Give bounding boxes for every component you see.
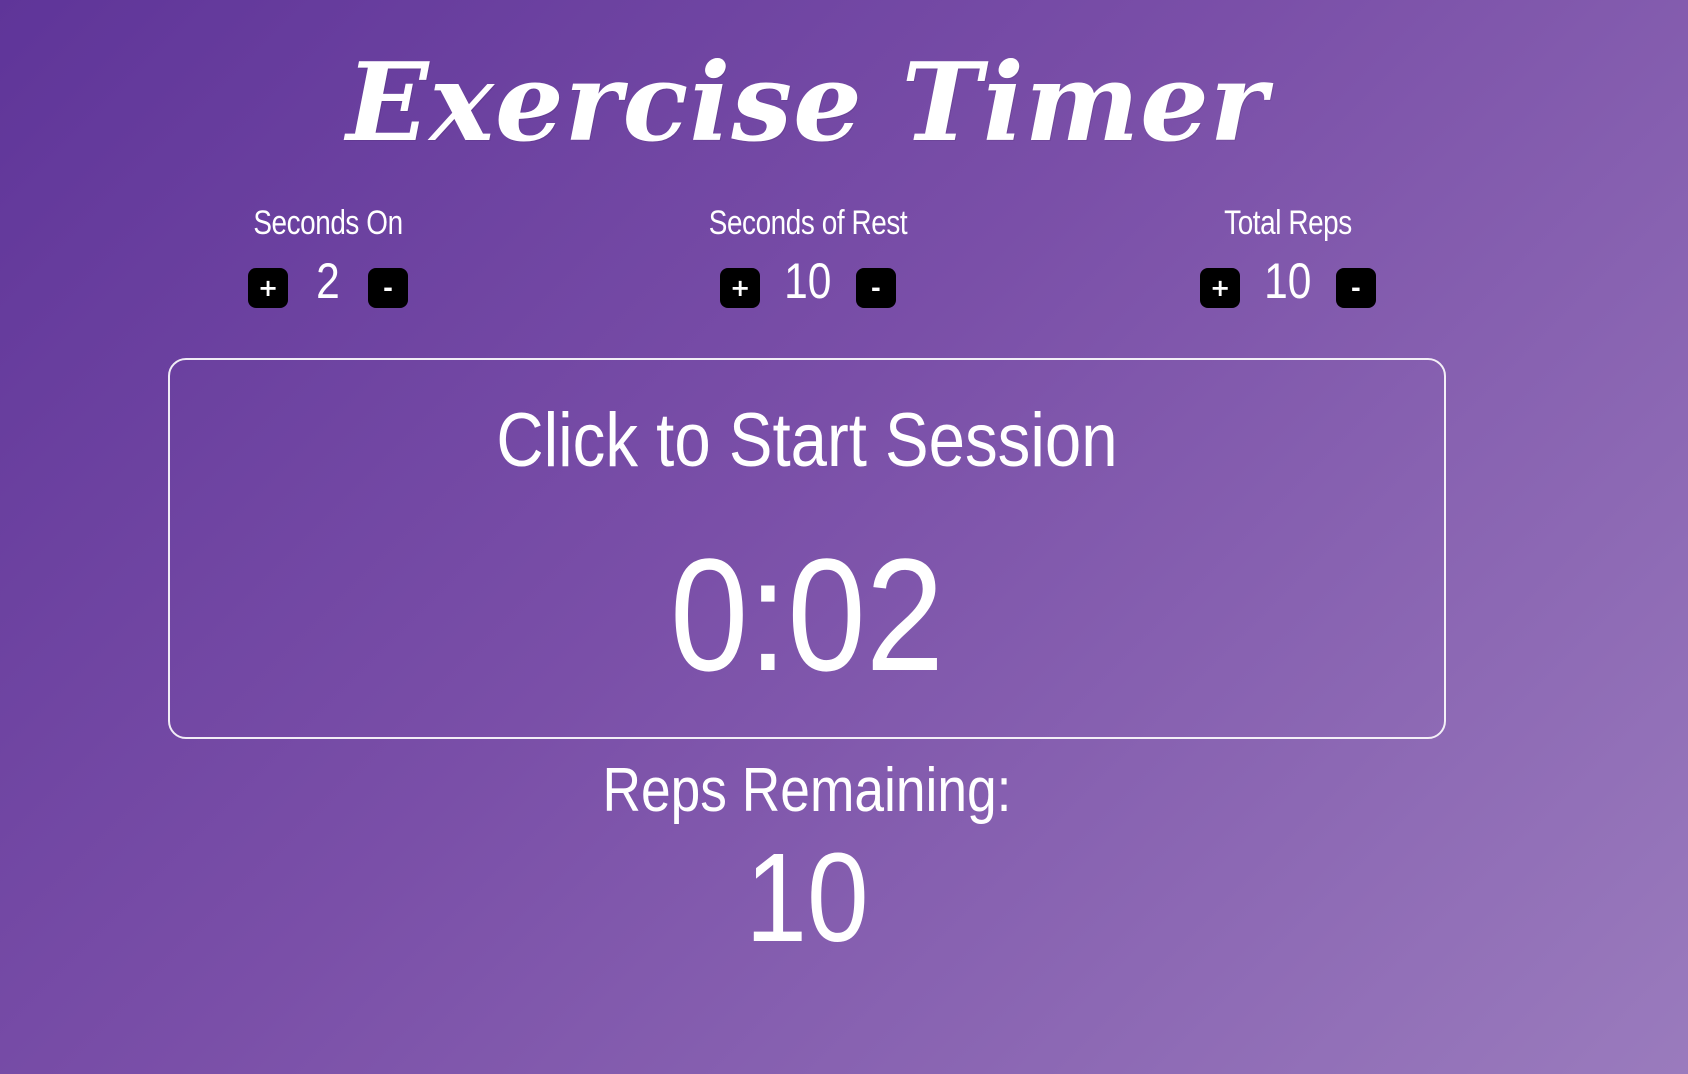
reps-remaining-label: Reps Remaining:: [602, 756, 1012, 825]
total-reps-control: Total Reps + 10 -: [1138, 198, 1438, 310]
total-reps-decrease-button[interactable]: -: [1335, 268, 1376, 308]
settings-controls: Seconds On + 2 - Seconds of Rest + 10 - …: [0, 198, 1688, 318]
total-reps-increase-button[interactable]: +: [1200, 268, 1241, 308]
total-reps-value: 10: [1264, 253, 1312, 309]
seconds-on-decrease-button[interactable]: -: [368, 268, 408, 308]
reps-remaining-value: 10: [745, 827, 869, 968]
total-reps-stepper: + 10 -: [1138, 252, 1438, 310]
session-prompt: Click to Start Session: [496, 398, 1118, 483]
seconds-on-control: Seconds On + 2 -: [178, 198, 478, 310]
start-session-button[interactable]: Click to Start Session 0:02: [168, 358, 1446, 739]
seconds-on-label: Seconds On: [253, 204, 403, 242]
seconds-on-stepper: + 2 -: [178, 252, 478, 310]
total-reps-label: Total Reps: [1224, 204, 1352, 242]
seconds-on-increase-button[interactable]: +: [248, 268, 288, 308]
seconds-rest-decrease-button[interactable]: -: [855, 268, 896, 308]
session-timer: 0:02: [669, 525, 945, 704]
seconds-rest-label: Seconds of Rest: [708, 204, 908, 242]
seconds-rest-value: 10: [784, 253, 832, 309]
seconds-on-value: 2: [316, 253, 340, 309]
seconds-rest-control: Seconds of Rest + 10 -: [658, 198, 958, 310]
seconds-rest-stepper: + 10 -: [658, 252, 958, 310]
app-title: Exercise Timer: [346, 40, 1268, 166]
seconds-rest-increase-button[interactable]: +: [720, 268, 761, 308]
